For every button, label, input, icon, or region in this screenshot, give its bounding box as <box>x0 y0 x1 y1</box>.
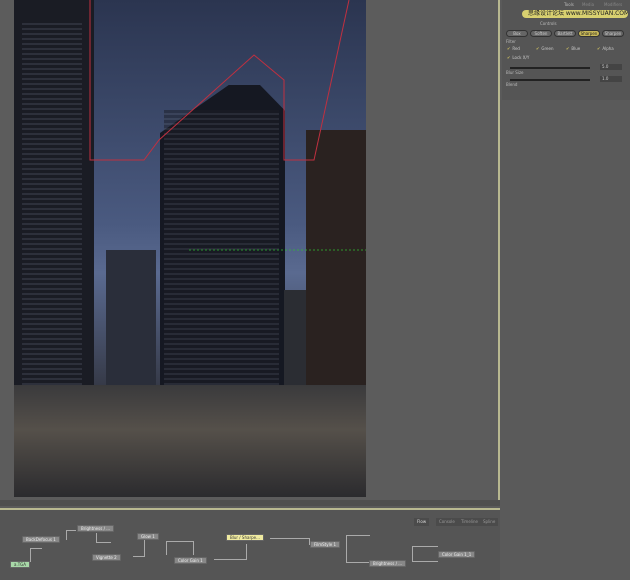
tab-tools[interactable]: Tools <box>564 2 574 7</box>
node-color-gain-1[interactable]: Color Gain 1 <box>174 557 207 564</box>
filter-label: Filter <box>506 39 516 44</box>
green-checkbox[interactable]: Green <box>536 46 553 51</box>
node-tga-loader[interactable]: a.TGA <box>10 561 31 568</box>
alpha-checkbox[interactable]: Alpha <box>597 46 613 51</box>
blue-checkbox[interactable]: Blue <box>566 46 580 51</box>
blur-size-value[interactable]: 1.0 <box>600 76 622 82</box>
node-color-gain-1-1[interactable]: Color Gain 1_1 <box>438 551 476 558</box>
filter-box-button[interactable]: Box <box>506 30 528 37</box>
viewer-panel[interactable] <box>0 0 500 506</box>
filter-sharpen2-button[interactable]: Sharpen <box>602 30 624 37</box>
tools-panel: Tools Media Modifiers 思缘设计论坛 www.MISSYUA… <box>502 0 630 100</box>
tab-flow[interactable]: Flow <box>414 518 430 526</box>
node-blur-sharpen[interactable]: Blur / Sharpe... <box>226 534 264 541</box>
horizontal-scrollbar[interactable] <box>0 500 500 506</box>
tool-header-watermark: 思缘设计论坛 www.MISSYUAN.COM <box>522 10 628 18</box>
street <box>14 385 366 497</box>
node-glow[interactable]: Glow 1 <box>137 533 159 540</box>
blend-label: Blend <box>506 82 518 87</box>
node-brightness-1[interactable]: Brightness / ... <box>77 525 115 532</box>
node-filmstyle[interactable]: FilmStyle 1 <box>310 541 340 548</box>
red-checkbox[interactable]: Red <box>507 46 520 51</box>
blur-size-label: Blur Size <box>506 70 524 75</box>
tab-spline[interactable]: Spline <box>480 518 499 526</box>
node-bkdefocus[interactable]: BackDefocus 1 <box>22 536 60 543</box>
blur-slider[interactable] <box>510 67 590 69</box>
blur-size-slider[interactable] <box>510 79 590 81</box>
blur-value[interactable]: 5.0 <box>600 64 622 70</box>
filter-sharpen-button[interactable]: Sharpen <box>578 30 600 37</box>
tab-modifiers[interactable]: Modifiers <box>604 2 622 7</box>
filter-bartlett-button[interactable]: Bartlett <box>554 30 576 37</box>
tab-console[interactable]: Console <box>436 518 458 526</box>
filter-soften-button[interactable]: Soften <box>530 30 552 37</box>
flow-panel[interactable]: Flow Console Timeline Spline BackDefocus… <box>0 508 500 580</box>
node-vignette[interactable]: Vignette 2 <box>92 554 121 561</box>
tab-media[interactable]: Media <box>582 2 594 7</box>
controls-label: Controls <box>540 21 557 26</box>
node-brightness-2[interactable]: Brightness / ... <box>369 560 407 567</box>
viewer-image <box>14 0 366 497</box>
lock-xy-checkbox[interactable]: Lock X/Y <box>507 55 529 60</box>
tab-timeline[interactable]: Timeline <box>458 518 482 526</box>
